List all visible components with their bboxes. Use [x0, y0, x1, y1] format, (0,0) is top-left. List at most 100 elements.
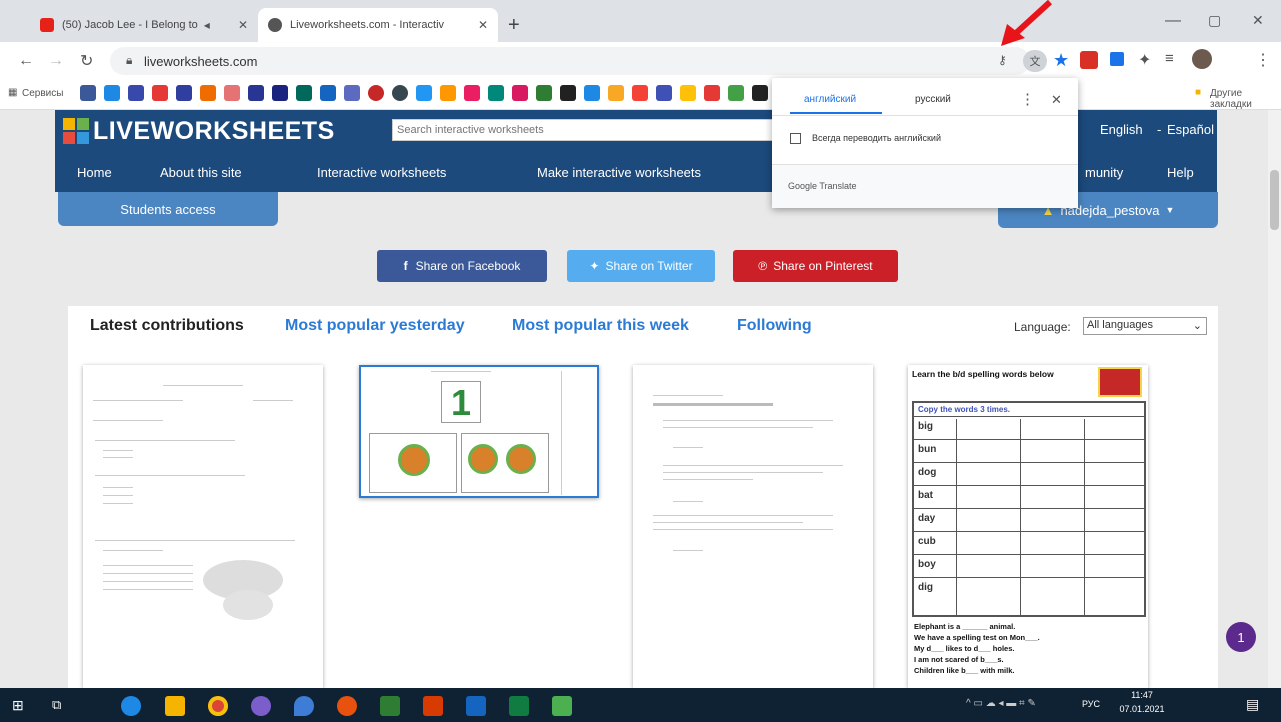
bookmark-icon[interactable] [536, 85, 552, 101]
nav-make-worksheets[interactable]: Make interactive worksheets [537, 165, 701, 180]
tab-youtube[interactable]: (50) Jacob Lee - I Belong to ◂ ✕ [30, 8, 258, 42]
app-icon[interactable] [337, 696, 357, 716]
worksheet-thumbnail[interactable]: Learn the b/d spelling words below Copy … [908, 365, 1148, 688]
bookmark-icon[interactable] [248, 85, 264, 101]
translate-from-tab[interactable]: английский [804, 94, 856, 105]
maximize-button[interactable]: ▢ [1208, 12, 1221, 29]
bookmark-icon[interactable] [680, 85, 696, 101]
edge-icon[interactable] [121, 696, 141, 716]
bookmark-icon[interactable] [176, 85, 192, 101]
office-icon[interactable] [423, 696, 443, 716]
nav-home[interactable]: Home [77, 165, 112, 180]
students-access-button[interactable]: Students access [58, 192, 278, 226]
clock-time[interactable]: 11:47 [1117, 690, 1167, 700]
bookmark-icon[interactable] [632, 85, 648, 101]
bookmark-icon[interactable] [512, 85, 528, 101]
viber-icon[interactable] [251, 696, 271, 716]
bookmark-services[interactable]: Сервисы [22, 88, 63, 99]
app-icon[interactable] [294, 696, 314, 716]
bookmark-icon[interactable] [752, 85, 768, 101]
word-icon[interactable] [466, 696, 486, 716]
page-scrollbar[interactable] [1268, 110, 1281, 688]
tab-latest[interactable]: Latest contributions [90, 317, 244, 335]
extension-icon[interactable] [1110, 52, 1124, 66]
tab-popular-week[interactable]: Most popular this week [512, 317, 689, 335]
menu-icon[interactable]: ⋮ [1255, 50, 1271, 70]
bookmark-icon[interactable] [440, 85, 456, 101]
tab-liveworksheets[interactable]: Liveworksheets.com - Interactiv ✕ [258, 8, 498, 42]
always-translate-checkbox[interactable] [790, 133, 801, 144]
explorer-icon[interactable] [165, 696, 185, 716]
language-select[interactable]: All languages ⌄ [1083, 317, 1207, 335]
bookmark-icon[interactable] [104, 85, 120, 101]
bookmark-icon[interactable] [392, 85, 408, 101]
worksheet-thumbnail[interactable] [633, 365, 873, 688]
bookmark-icon[interactable] [656, 85, 672, 101]
bookmark-icon[interactable] [152, 85, 168, 101]
bookmark-icon[interactable] [416, 85, 432, 101]
puzzle-icon[interactable]: ✦ [1138, 50, 1151, 70]
bookmark-icon[interactable] [80, 85, 96, 101]
tray-icons[interactable]: ^ ▭ ☁ ◂ ▬ ⌗ ✎ [966, 698, 1036, 709]
worksheet-thumbnail-selected[interactable]: 1 [359, 365, 599, 498]
app-icon[interactable] [552, 696, 572, 716]
bookmark-icon[interactable] [728, 85, 744, 101]
bookmark-icon[interactable] [200, 85, 216, 101]
close-tab-icon[interactable]: ✕ [238, 18, 248, 32]
lang-english-link[interactable]: English [1100, 122, 1143, 137]
nav-help[interactable]: Help [1167, 165, 1194, 180]
more-options-icon[interactable]: ⋮ [1020, 90, 1035, 108]
bookmark-icon[interactable] [272, 85, 288, 101]
notifications-icon[interactable]: ▤ [1246, 696, 1259, 713]
chrome-icon[interactable] [208, 696, 228, 716]
extension-icon[interactable] [1080, 51, 1098, 69]
bookmark-icon[interactable] [464, 85, 480, 101]
bookmark-icon[interactable] [344, 85, 360, 101]
nav-community[interactable]: munity [1085, 165, 1123, 180]
bookmark-icon[interactable] [488, 85, 504, 101]
notification-bubble[interactable]: 1 [1226, 622, 1256, 652]
bookmark-icon[interactable] [704, 85, 720, 101]
bookmark-icon[interactable] [368, 85, 384, 101]
app-icon[interactable] [380, 696, 400, 716]
close-window-button[interactable]: ✕ [1252, 12, 1264, 29]
search-input[interactable] [392, 119, 812, 141]
share-facebook-button[interactable]: f Share on Facebook [377, 250, 547, 282]
other-bookmarks[interactable]: Другие закладки [1210, 88, 1281, 110]
new-tab-button[interactable]: + [508, 14, 520, 37]
tab-popular-yesterday[interactable]: Most popular yesterday [285, 317, 465, 335]
reading-list-icon[interactable]: ≡ [1165, 50, 1174, 67]
worksheet-thumbnail[interactable] [83, 365, 323, 688]
clock-date[interactable]: 07.01.2021 [1110, 704, 1174, 714]
nav-interactive-worksheets[interactable]: Interactive worksheets [317, 165, 446, 180]
share-twitter-button[interactable]: ✦ Share on Twitter [567, 250, 715, 282]
bookmark-icon[interactable] [128, 85, 144, 101]
omnibox[interactable]: 🔒︎ liveworksheets.com ⚷ 文 [110, 47, 1047, 75]
bookmark-icon[interactable] [608, 85, 624, 101]
scrollbar-thumb[interactable] [1270, 170, 1279, 230]
minimize-button[interactable]: — [1165, 12, 1181, 30]
close-tab-icon[interactable]: ✕ [478, 18, 488, 32]
translate-to-tab[interactable]: русский [915, 94, 951, 105]
forward-icon[interactable]: → [48, 52, 64, 70]
apps-icon[interactable]: ▦ [8, 87, 17, 98]
windows-start-icon[interactable]: ⊞ [12, 697, 24, 714]
site-logo[interactable]: LIVEWORKSHEETS [93, 117, 335, 146]
task-view-icon[interactable]: ⧉ [52, 697, 61, 713]
bookmark-star-icon[interactable]: ★ [1053, 50, 1069, 71]
bookmark-icon[interactable] [224, 85, 240, 101]
bookmark-icon[interactable] [584, 85, 600, 101]
back-icon[interactable]: ← [18, 52, 34, 70]
reload-icon[interactable]: ↻ [80, 51, 93, 71]
bookmark-icon[interactable] [296, 85, 312, 101]
avatar[interactable] [1192, 49, 1212, 69]
close-icon[interactable]: ✕ [1051, 92, 1062, 108]
bookmark-icon[interactable] [560, 85, 576, 101]
bookmark-icon[interactable] [320, 85, 336, 101]
excel-icon[interactable] [509, 696, 529, 716]
tab-following[interactable]: Following [737, 317, 812, 335]
nav-about[interactable]: About this site [160, 165, 242, 180]
key-icon[interactable]: ⚷ [998, 53, 1007, 67]
lang-spanish-link[interactable]: Español [1167, 122, 1214, 137]
share-pinterest-button[interactable]: ℗ Share on Pinterest [733, 250, 898, 282]
